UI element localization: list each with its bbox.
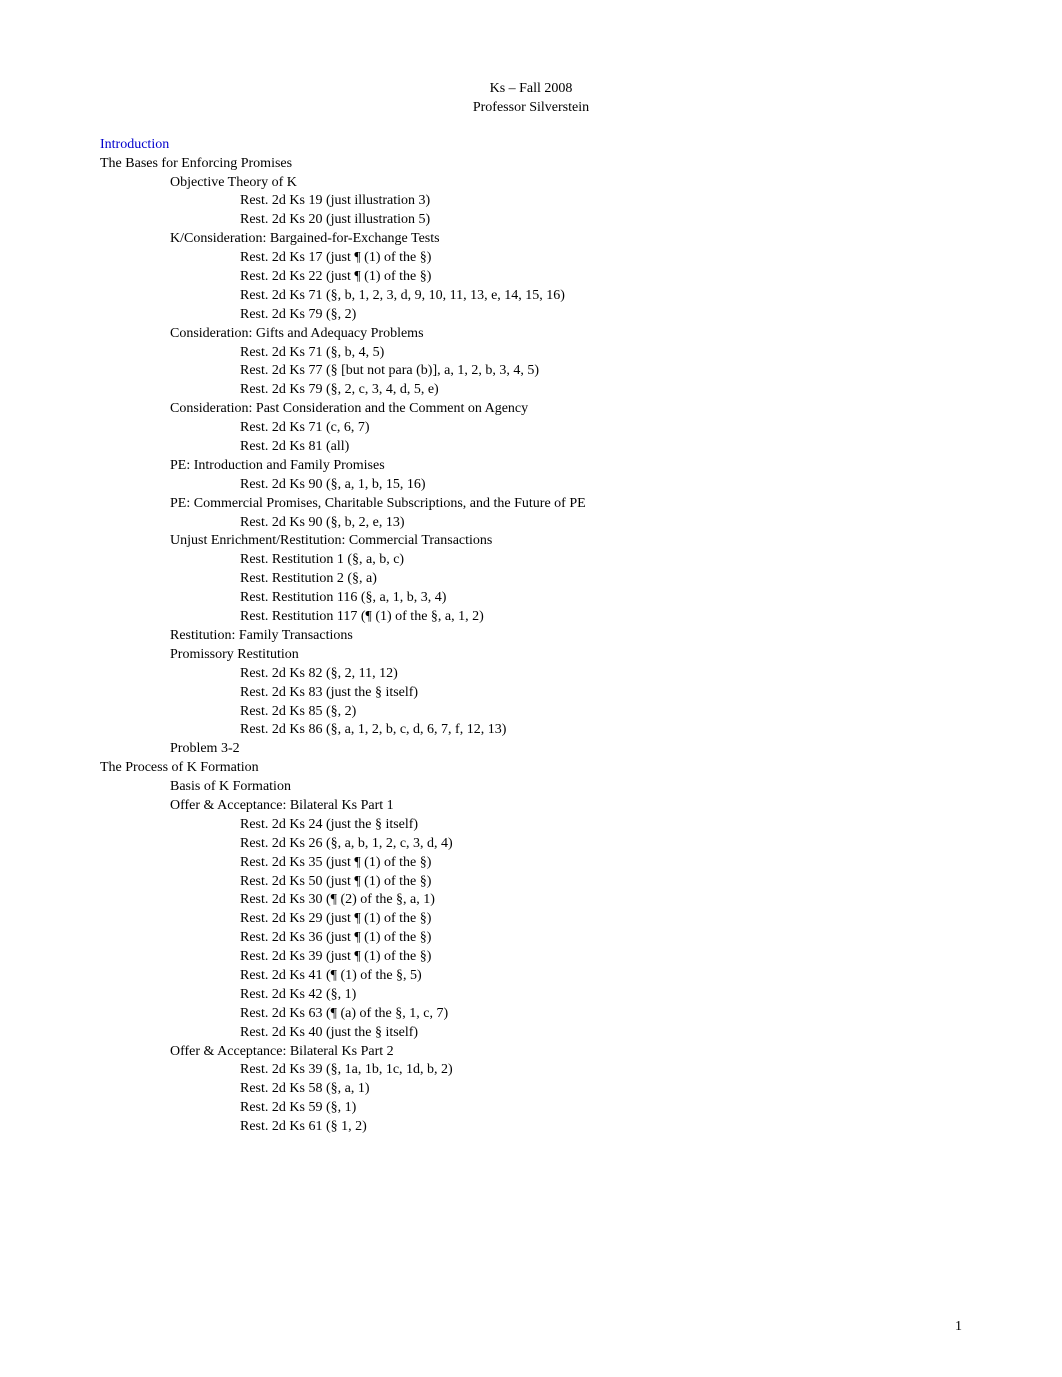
introduction-link-row: Introduction	[100, 136, 962, 155]
introduction-link[interactable]: Introduction	[100, 137, 169, 152]
outline-line: Rest. 2d Ks 20 (just illustration 5)	[240, 211, 962, 230]
outline-line: Rest. 2d Ks 90 (§, b, 2, e, 13)	[240, 514, 962, 533]
outline-line: Rest. 2d Ks 63 (¶ (a) of the §, 1, c, 7)	[240, 1005, 962, 1024]
outline-line: Offer & Acceptance: Bilateral Ks Part 2	[170, 1043, 962, 1062]
outline-line: Consideration: Past Consideration and th…	[170, 400, 962, 419]
outline-line: Rest. 2d Ks 30 (¶ (2) of the §, a, 1)	[240, 891, 962, 910]
outline-line: Promissory Restitution	[170, 646, 962, 665]
outline-line: Rest. 2d Ks 79 (§, 2, c, 3, 4, d, 5, e)	[240, 381, 962, 400]
outline-line: Rest. 2d Ks 50 (just ¶ (1) of the §)	[240, 873, 962, 892]
outline-line: Restitution: Family Transactions	[170, 627, 962, 646]
page-number: 1	[955, 1318, 962, 1337]
outline-line: Rest. 2d Ks 85 (§, 2)	[240, 703, 962, 722]
outline-line: Rest. 2d Ks 36 (just ¶ (1) of the §)	[240, 929, 962, 948]
outline-line: Rest. Restitution 117 (¶ (1) of the §, a…	[240, 608, 962, 627]
outline-line: Rest. 2d Ks 86 (§, a, 1, 2, b, c, d, 6, …	[240, 721, 962, 740]
outline-line: Rest. 2d Ks 17 (just ¶ (1) of the §)	[240, 249, 962, 268]
outline-line: Rest. 2d Ks 24 (just the § itself)	[240, 816, 962, 835]
outline-line: PE: Introduction and Family Promises	[170, 457, 962, 476]
outline-line: The Bases for Enforcing Promises	[100, 155, 962, 174]
outline-line: Rest. 2d Ks 77 (§ [but not para (b)], a,…	[240, 362, 962, 381]
outline-line: Rest. Restitution 1 (§, a, b, c)	[240, 551, 962, 570]
outline-line: Rest. 2d Ks 39 (just ¶ (1) of the §)	[240, 948, 962, 967]
outline-line: Rest. 2d Ks 26 (§, a, b, 1, 2, c, 3, d, …	[240, 835, 962, 854]
outline-line: Rest. 2d Ks 79 (§, 2)	[240, 306, 962, 325]
outline-line: Rest. 2d Ks 19 (just illustration 3)	[240, 192, 962, 211]
professor-name: Professor Silverstein	[100, 99, 962, 118]
outline-line: Consideration: Gifts and Adequacy Proble…	[170, 325, 962, 344]
outline-line: Rest. 2d Ks 59 (§, 1)	[240, 1099, 962, 1118]
outline-line: Rest. 2d Ks 39 (§, 1a, 1b, 1c, 1d, b, 2)	[240, 1061, 962, 1080]
outline-line: Rest. 2d Ks 42 (§, 1)	[240, 986, 962, 1005]
outline-line: Rest. 2d Ks 81 (all)	[240, 438, 962, 457]
outline-line: Rest. Restitution 2 (§, a)	[240, 570, 962, 589]
outline-line: PE: Commercial Promises, Charitable Subs…	[170, 495, 962, 514]
outline-line: K/Consideration: Bargained-for-Exchange …	[170, 230, 962, 249]
outline-line: Rest. 2d Ks 71 (§, b, 4, 5)	[240, 344, 962, 363]
outline-line: Offer & Acceptance: Bilateral Ks Part 1	[170, 797, 962, 816]
document-header: Ks – Fall 2008 Professor Silverstein	[100, 80, 962, 118]
outline-line: Rest. 2d Ks 40 (just the § itself)	[240, 1024, 962, 1043]
outline-line: Basis of K Formation	[170, 778, 962, 797]
outline: The Bases for Enforcing PromisesObjectiv…	[100, 155, 962, 1137]
outline-line: Rest. 2d Ks 71 (§, b, 1, 2, 3, d, 9, 10,…	[240, 287, 962, 306]
outline-line: Rest. 2d Ks 22 (just ¶ (1) of the §)	[240, 268, 962, 287]
outline-line: Rest. 2d Ks 35 (just ¶ (1) of the §)	[240, 854, 962, 873]
outline-line: Rest. 2d Ks 41 (¶ (1) of the §, 5)	[240, 967, 962, 986]
outline-line: Rest. 2d Ks 82 (§, 2, 11, 12)	[240, 665, 962, 684]
outline-line: Rest. 2d Ks 61 (§ 1, 2)	[240, 1118, 962, 1137]
outline-line: Rest. 2d Ks 71 (c, 6, 7)	[240, 419, 962, 438]
course-title: Ks – Fall 2008	[100, 80, 962, 99]
outline-line: Unjust Enrichment/Restitution: Commercia…	[170, 532, 962, 551]
outline-line: Rest. 2d Ks 83 (just the § itself)	[240, 684, 962, 703]
outline-line: Objective Theory of K	[170, 174, 962, 193]
outline-line: Rest. 2d Ks 90 (§, a, 1, b, 15, 16)	[240, 476, 962, 495]
outline-line: Rest. Restitution 116 (§, a, 1, b, 3, 4)	[240, 589, 962, 608]
outline-line: Problem 3-2	[170, 740, 962, 759]
outline-line: The Process of K Formation	[100, 759, 962, 778]
outline-line: Rest. 2d Ks 58 (§, a, 1)	[240, 1080, 962, 1099]
outline-line: Rest. 2d Ks 29 (just ¶ (1) of the §)	[240, 910, 962, 929]
